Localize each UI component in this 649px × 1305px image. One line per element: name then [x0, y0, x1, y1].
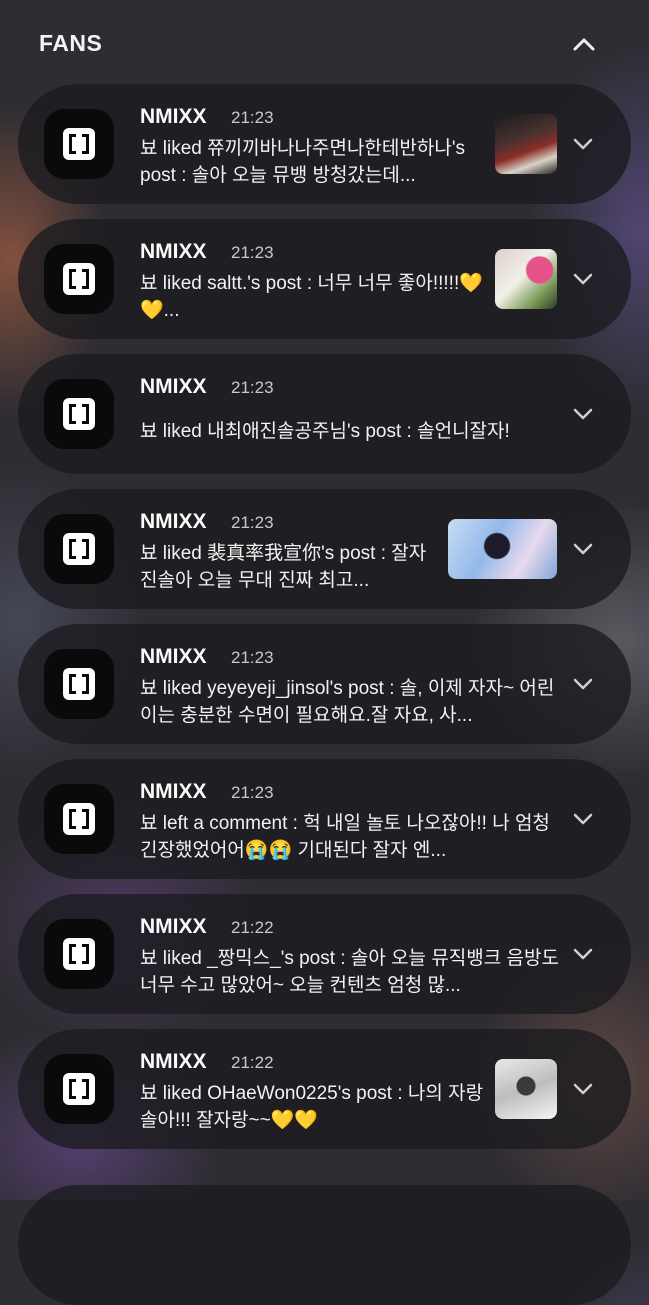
- notification-message: 뵤 liked 내최애진솔공주님's post : 솔언니잘자!: [140, 421, 510, 442]
- notification-card[interactable]: NMIXX 21:23 뵤 left a comment : 헉 내일 놀토 나…: [18, 759, 631, 879]
- notification-message: 뵤 liked 쮸끼끼바나나주면나한테반하나's post : 솔아 오늘 뮤뱅…: [140, 138, 465, 186]
- chevron-down-icon: [573, 408, 593, 420]
- notification-time: 21:23: [231, 513, 274, 532]
- app-name: NMIXX: [140, 1050, 207, 1073]
- nmixx-app-icon: [44, 1054, 114, 1124]
- expand-notification-button[interactable]: [570, 941, 596, 967]
- notification-message: 뵤 liked 裴真率我宣你's post : 잘자 진솔아 오늘 무대 진짜 …: [140, 543, 427, 591]
- chevron-down-icon: [573, 813, 593, 825]
- notification-message: 뵤 liked OHaeWon0225's post : 나의 자랑 솔아!!!…: [140, 1083, 484, 1131]
- group-title: FANS: [39, 30, 103, 56]
- app-name: NMIXX: [140, 915, 207, 938]
- app-name: NMIXX: [140, 240, 207, 263]
- chevron-down-icon: [573, 138, 593, 150]
- notification-list: NMIXX 21:23 뵤 liked 쮸끼끼바나나주면나한테반하나's pos…: [18, 84, 631, 1164]
- app-name: NMIXX: [140, 105, 207, 128]
- chevron-down-icon: [573, 678, 593, 690]
- chevron-down-icon: [573, 543, 593, 555]
- expand-notification-button[interactable]: [570, 536, 596, 562]
- notification-time: 21:23: [231, 648, 274, 667]
- notification-message: 뵤 liked yeyeyeji_jinsol's post : 솔, 이제 자…: [140, 678, 555, 726]
- notification-time: 21:22: [231, 1053, 274, 1072]
- post-thumbnail[interactable]: [495, 249, 557, 309]
- chevron-down-icon: [573, 273, 593, 285]
- expand-notification-button[interactable]: [570, 401, 596, 427]
- nmixx-app-icon: [44, 379, 114, 449]
- notification-card[interactable]: NMIXX 21:23 뵤 liked saltt.'s post : 너무 너…: [18, 219, 631, 339]
- collapse-group-button[interactable]: [566, 28, 602, 60]
- notification-time: 21:22: [231, 918, 274, 937]
- expand-notification-button[interactable]: [570, 671, 596, 697]
- post-thumbnail[interactable]: [495, 1059, 557, 1119]
- app-name: NMIXX: [140, 375, 207, 398]
- post-thumbnail[interactable]: [448, 519, 557, 579]
- post-thumbnail[interactable]: [495, 114, 557, 174]
- notification-card-partial[interactable]: [18, 1185, 631, 1305]
- notification-group-header: FANS: [0, 0, 649, 84]
- notification-message: 뵤 liked saltt.'s post : 너무 너무 좋아!!!!!💛💛.…: [140, 273, 483, 321]
- notification-card[interactable]: NMIXX 21:23 뵤 liked 내최애진솔공주님's post : 솔언…: [18, 354, 631, 474]
- expand-notification-button[interactable]: [570, 806, 596, 832]
- nmixx-app-icon: [44, 649, 114, 719]
- chevron-down-icon: [573, 948, 593, 960]
- notification-card[interactable]: NMIXX 21:23 뵤 liked 裴真率我宣你's post : 잘자 진…: [18, 489, 631, 609]
- nmixx-app-icon: [44, 919, 114, 989]
- notification-card[interactable]: NMIXX 21:23 뵤 liked 쮸끼끼바나나주면나한테반하나's pos…: [18, 84, 631, 204]
- notification-time: 21:23: [231, 108, 274, 127]
- notification-message: 뵤 liked _짱믹스_'s post : 솔아 오늘 뮤직뱅크 음방도 너무…: [140, 948, 559, 996]
- notification-time: 21:23: [231, 783, 274, 802]
- nmixx-app-icon: [44, 784, 114, 854]
- chevron-up-icon: [573, 38, 595, 51]
- chevron-down-icon: [573, 1083, 593, 1095]
- nmixx-app-icon: [44, 109, 114, 179]
- expand-notification-button[interactable]: [570, 266, 596, 292]
- expand-notification-button[interactable]: [570, 1076, 596, 1102]
- notification-time: 21:23: [231, 378, 274, 397]
- notification-card[interactable]: NMIXX 21:22 뵤 liked _짱믹스_'s post : 솔아 오늘…: [18, 894, 631, 1014]
- app-name: NMIXX: [140, 780, 207, 803]
- app-name: NMIXX: [140, 510, 207, 533]
- nmixx-app-icon: [44, 244, 114, 314]
- notification-message: 뵤 left a comment : 헉 내일 놀토 나오잖아!! 나 엄청 긴…: [140, 813, 550, 861]
- notification-card[interactable]: NMIXX 21:22 뵤 liked OHaeWon0225's post :…: [18, 1029, 631, 1149]
- app-name: NMIXX: [140, 645, 207, 668]
- expand-notification-button[interactable]: [570, 131, 596, 157]
- nmixx-app-icon: [44, 514, 114, 584]
- notification-card[interactable]: NMIXX 21:23 뵤 liked yeyeyeji_jinsol's po…: [18, 624, 631, 744]
- notification-time: 21:23: [231, 243, 274, 262]
